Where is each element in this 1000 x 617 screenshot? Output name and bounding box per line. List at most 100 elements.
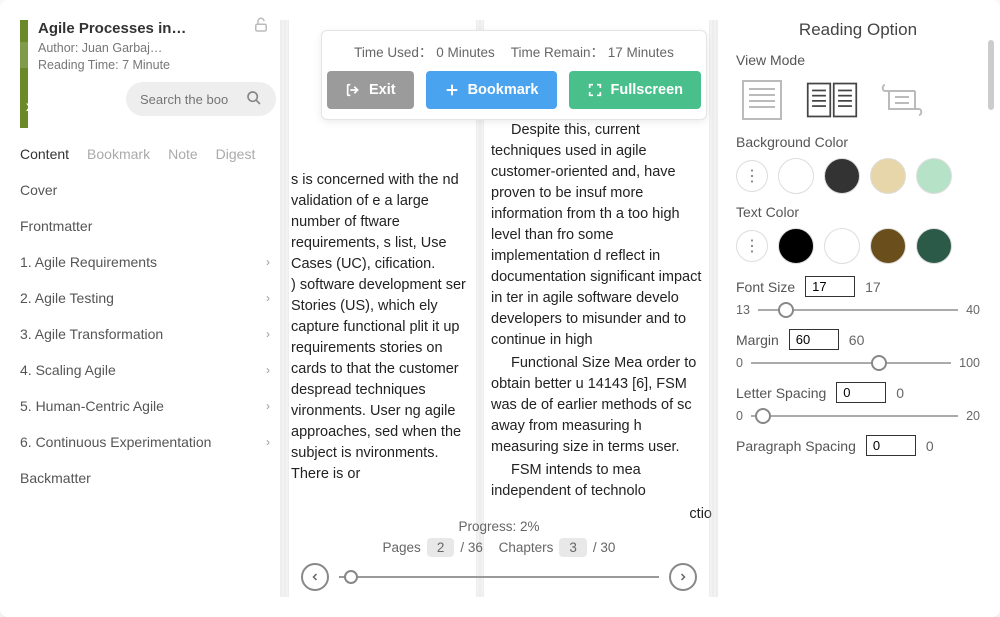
- book-title: Agile Processes in S…: [38, 20, 188, 37]
- letter-spacing-input[interactable]: [836, 382, 886, 403]
- toc-item-label: 2. Agile Testing: [20, 290, 114, 306]
- search-box[interactable]: [126, 82, 276, 116]
- margin-input[interactable]: [789, 329, 839, 350]
- chevron-right-icon: ›: [266, 363, 270, 377]
- slider-min: 0: [736, 409, 743, 423]
- margin-slider[interactable]: [751, 362, 951, 364]
- progress-slider[interactable]: [339, 576, 659, 578]
- view-mode-double[interactable]: [806, 76, 858, 124]
- paragraph-spacing-input[interactable]: [866, 435, 916, 456]
- fullscreen-button[interactable]: Fullscreen: [569, 71, 702, 109]
- slider-min: 13: [736, 303, 750, 317]
- toc-item[interactable]: Cover: [20, 172, 270, 208]
- view-mode-single[interactable]: [736, 76, 788, 124]
- margin-label: Margin: [736, 332, 779, 348]
- chapter-current-input[interactable]: 3: [559, 538, 587, 557]
- page-text-fragment: ) software development ser Stories (US),…: [291, 275, 466, 380]
- page-current-input[interactable]: 2: [427, 538, 455, 557]
- chevron-right-icon: ›: [266, 399, 270, 413]
- font-size-display: 17: [865, 279, 881, 295]
- page-text-fragment: Despite this, current techniques used in…: [491, 120, 712, 351]
- page-text-fragment: despread techniques vironments. User ng …: [291, 380, 466, 485]
- chevron-right-icon: ›: [266, 327, 270, 341]
- reader-bottombar: Progress: 2% Pages 2 / 36 Chapters 3 / 3…: [301, 519, 697, 591]
- chapter-total: / 30: [593, 540, 616, 555]
- plus-icon: [444, 82, 460, 98]
- book-cover-thumb[interactable]: xq: [20, 20, 28, 128]
- progress-slider-thumb[interactable]: [344, 570, 358, 584]
- toc-item[interactable]: 6. Continuous Experimentation ›: [20, 424, 270, 460]
- font-size-input[interactable]: [805, 276, 855, 297]
- font-size-control: Font Size 17 13 40: [736, 276, 980, 317]
- bookmark-button[interactable]: Bookmark: [426, 71, 557, 109]
- margin-control: Margin 60 0 100: [736, 329, 980, 370]
- text-color-swatch[interactable]: [824, 228, 860, 264]
- toc-item[interactable]: Frontmatter: [20, 208, 270, 244]
- tab-content[interactable]: Content: [20, 146, 69, 162]
- toc-item[interactable]: 3. Agile Transformation ›: [20, 316, 270, 352]
- text-color-label: Text Color: [736, 204, 980, 220]
- text-swatches: ⋮: [736, 228, 980, 264]
- slider-thumb[interactable]: [871, 355, 887, 371]
- toc-item-label: 4. Scaling Agile: [20, 362, 116, 378]
- font-size-slider[interactable]: [758, 309, 958, 311]
- letter-spacing-slider[interactable]: [751, 415, 958, 417]
- slider-max: 40: [966, 303, 980, 317]
- background-color-label: Background Color: [736, 134, 980, 150]
- time-remain-value: 17 Minutes: [608, 45, 674, 60]
- view-mode-label: View Mode: [736, 52, 980, 68]
- color-more-button[interactable]: ⋮: [736, 230, 768, 262]
- slider-max: 20: [966, 409, 980, 423]
- toc-item[interactable]: Backmatter: [20, 460, 270, 496]
- text-color-swatch[interactable]: [870, 228, 906, 264]
- chevron-right-icon: ›: [266, 435, 270, 449]
- exit-button[interactable]: Exit: [327, 71, 414, 109]
- slider-min: 0: [736, 356, 743, 370]
- text-color-swatch[interactable]: [916, 228, 952, 264]
- prev-page-button[interactable]: [301, 563, 329, 591]
- tab-digest[interactable]: Digest: [216, 146, 256, 162]
- search-input[interactable]: [140, 92, 240, 107]
- lock-icon: [252, 16, 270, 39]
- toc-item-label: Backmatter: [20, 470, 91, 486]
- slider-thumb[interactable]: [778, 302, 794, 318]
- book-header: xq Agile Processes in S… Author: Juan Ga…: [20, 20, 270, 128]
- paragraph-spacing-display: 0: [926, 438, 934, 454]
- options-title: Reading Option: [736, 20, 980, 40]
- page-binding: [709, 20, 717, 597]
- background-color-swatch[interactable]: [778, 158, 814, 194]
- letter-spacing-control: Letter Spacing 0 0 20: [736, 382, 980, 423]
- page-total: / 36: [460, 540, 483, 555]
- page-text-fragment: FSM intends to mea independent of techno…: [491, 460, 712, 502]
- chapters-label: Chapters: [499, 540, 554, 555]
- toc-item[interactable]: 1. Agile Requirements ›: [20, 244, 270, 280]
- scrollbar-thumb[interactable]: [988, 40, 994, 110]
- background-color-swatch[interactable]: [870, 158, 906, 194]
- toc-item-label: Frontmatter: [20, 218, 92, 234]
- tab-bookmark[interactable]: Bookmark: [87, 146, 150, 162]
- toc-item[interactable]: 4. Scaling Agile ›: [20, 352, 270, 388]
- toc-item[interactable]: 2. Agile Testing ›: [20, 280, 270, 316]
- toc-item-label: Cover: [20, 182, 57, 198]
- letter-spacing-display: 0: [896, 385, 904, 401]
- toc-item-label: 3. Agile Transformation: [20, 326, 163, 342]
- toc-item-label: 1. Agile Requirements: [20, 254, 157, 270]
- view-mode-scroll[interactable]: [876, 76, 928, 124]
- next-page-button[interactable]: [669, 563, 697, 591]
- toc-item-label: 6. Continuous Experimentation: [20, 434, 211, 450]
- page-binding: [281, 20, 289, 597]
- toc-item-label: 5. Human-Centric Agile: [20, 398, 164, 414]
- progress-label: Progress: 2%: [301, 519, 697, 534]
- margin-display: 60: [849, 332, 865, 348]
- table-of-contents: CoverFrontmatter1. Agile Requirements›2.…: [20, 172, 270, 496]
- background-color-swatch[interactable]: [916, 158, 952, 194]
- color-more-button[interactable]: ⋮: [736, 160, 768, 192]
- chevron-right-icon: ›: [266, 291, 270, 305]
- toc-item[interactable]: 5. Human-Centric Agile ›: [20, 388, 270, 424]
- slider-thumb[interactable]: [755, 408, 771, 424]
- background-color-swatch[interactable]: [824, 158, 860, 194]
- chevron-right-icon: ›: [266, 255, 270, 269]
- paragraph-spacing-label: Paragraph Spacing: [736, 438, 856, 454]
- tab-note[interactable]: Note: [168, 146, 198, 162]
- text-color-swatch[interactable]: [778, 228, 814, 264]
